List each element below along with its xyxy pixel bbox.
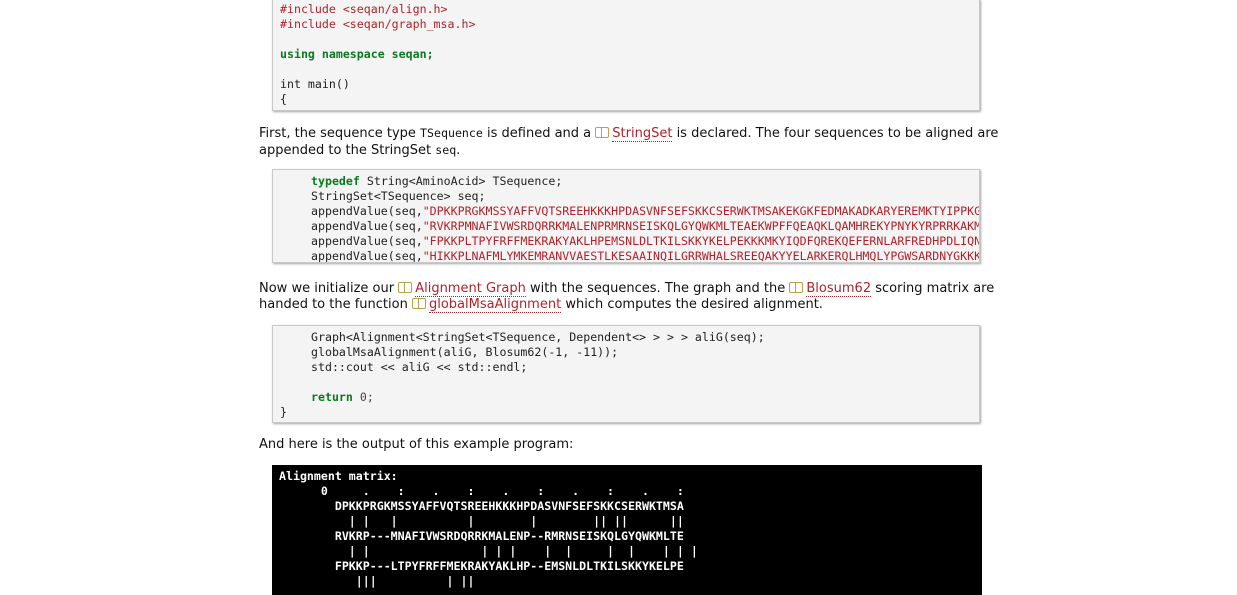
book-icon — [411, 298, 426, 309]
code-line-append-4: appendValue(seq,"HIKKPLNAFMLYMKEMRANVVAE… — [311, 249, 980, 263]
code-line-stringset: StringSet<TSequence> seq; — [311, 189, 486, 203]
output-line: DPKKPRGKMSSYAFFVQTSREEHKKKHPDASVNFSEFSKK… — [279, 499, 684, 513]
output-line: 0 . : . : . : . : . : — [279, 484, 684, 498]
code-line-cout: std::cout << aliG << std::endl; — [311, 360, 528, 374]
paragraph-stringset: First, the sequence type TSequence is de… — [259, 126, 999, 158]
link-blosum62[interactable]: Blosum62 — [806, 281, 872, 297]
output-line: | | | | | | | | | | | | — [279, 544, 698, 558]
output-line: FPKKP---LTPYFRFFMEKRAKYAKLHP--EMSNLDLTKI… — [279, 559, 684, 573]
paragraph-alignment-graph: Now we initialize our Alignment Graph wi… — [259, 281, 995, 313]
code-line-append-2: appendValue(seq,"RVKRPMNAFIVWSRDQRRKMALE… — [311, 219, 980, 233]
code-line-graph-decl: Graph<Alignment<StringSet<TSequence, Dep… — [311, 330, 765, 344]
code-line-return: return 0; — [311, 390, 374, 404]
output-line: | | | | | || || || — [279, 514, 684, 528]
code-line-append-1: appendValue(seq,"DPKKPRGKMSSYAFFVQTSREEH… — [311, 204, 980, 218]
code-line-main: int main() — [280, 77, 350, 91]
output-line: RVKRP---MNAFIVWSRDQRRKMALENP--RMRNSEISKQ… — [279, 529, 684, 543]
code-line-append-3: appendValue(seq,"FPKKPLTPYFRFFMEKRAKYAKL… — [311, 234, 980, 248]
code-line-closing-brace: } — [280, 405, 287, 419]
link-alignment-graph[interactable]: Alignment Graph — [415, 281, 526, 297]
book-icon — [789, 282, 804, 293]
code-line-msa-call: globalMsaAlignment(aliG, Blosum62(-1, -1… — [311, 345, 619, 359]
code-line-typedef: typedef String<AminoAcid> TSequence; — [311, 174, 563, 188]
link-stringset[interactable]: StringSet — [612, 126, 673, 142]
code-line-include-align: #include <seqan/align.h> — [280, 2, 448, 16]
paragraph-output-intro: And here is the output of this example p… — [259, 437, 574, 452]
code-block-sequences: typedef String<AminoAcid> TSequence; Str… — [272, 169, 980, 263]
program-output-box: Alignment matrix: 0 . : . : . : . : . : … — [272, 465, 982, 595]
book-icon — [398, 282, 413, 293]
code-block-includes: #include <seqan/align.h> #include <seqan… — [272, 0, 980, 111]
code-line-brace: { — [280, 92, 287, 106]
code-line-include-msa: #include <seqan/graph_msa.h> — [280, 17, 476, 31]
code-block-graph: Graph<Alignment<StringSet<TSequence, Dep… — [272, 325, 980, 423]
code-line-using: using namespace seqan; — [280, 47, 434, 61]
book-icon — [595, 127, 610, 138]
link-global-msa-alignment[interactable]: globalMsaAlignment — [428, 297, 562, 313]
output-line: ||| | || — [279, 574, 475, 588]
output-line: Alignment matrix: — [279, 469, 398, 483]
